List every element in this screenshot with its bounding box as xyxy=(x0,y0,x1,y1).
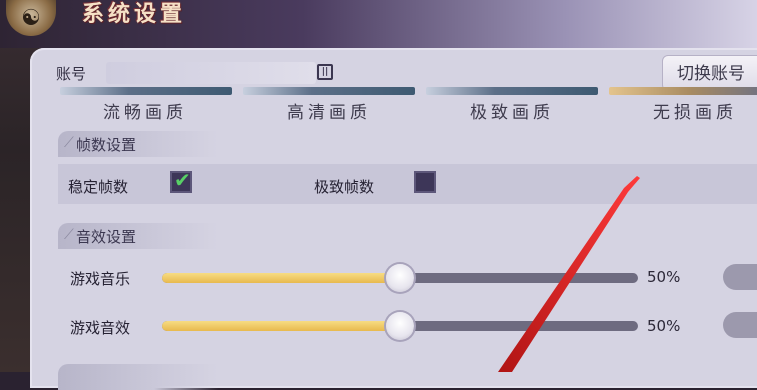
quality-option-hd-bar[interactable] xyxy=(243,87,415,95)
audio-section-title: 音效设置 xyxy=(76,228,137,246)
quality-option-extreme[interactable]: 极致画质 xyxy=(470,98,554,123)
stable-frame-label: 稳定帧数 xyxy=(68,178,129,196)
switch-account-button[interactable]: 切换账号 xyxy=(662,55,757,91)
account-field xyxy=(106,62,316,84)
music-toggle[interactable] xyxy=(723,264,757,290)
extreme-frame-checkbox[interactable] xyxy=(414,171,436,193)
sfx-slider-thumb[interactable] xyxy=(386,312,414,340)
sfx-toggle[interactable] xyxy=(723,312,757,338)
page-title: 系统设置 xyxy=(82,1,187,27)
quality-option-smooth-bar[interactable] xyxy=(60,87,232,95)
sfx-slider-fill xyxy=(162,321,400,331)
next-section-header xyxy=(58,364,218,390)
leaf-icon: ⟋ xyxy=(64,227,74,243)
stable-frame-checkbox[interactable]: ✔ xyxy=(170,168,192,193)
sfx-value: 50% xyxy=(647,317,681,335)
check-icon: ✔ xyxy=(174,168,191,192)
audio-section-header: ⟋ 音效设置 xyxy=(58,223,218,249)
quality-option-hd[interactable]: 高清画质 xyxy=(287,98,371,123)
account-label: 账号 xyxy=(56,65,87,83)
copy-icon[interactable]: || xyxy=(317,64,333,80)
extreme-frame-label: 极致帧数 xyxy=(314,178,375,196)
frame-section-header: ⟋ 帧数设置 xyxy=(58,131,218,157)
music-label: 游戏音乐 xyxy=(70,270,131,288)
quality-option-extreme-bar[interactable] xyxy=(426,87,598,95)
music-slider-fill xyxy=(162,273,400,283)
sfx-label: 游戏音效 xyxy=(70,319,131,337)
quality-option-lossless[interactable]: 无损画质 xyxy=(653,98,737,123)
music-value: 50% xyxy=(647,268,681,286)
frame-section-title: 帧数设置 xyxy=(76,136,137,154)
quality-option-lossless-bar[interactable] xyxy=(609,87,757,95)
leaf-icon: ⟋ xyxy=(64,135,74,151)
music-slider-thumb[interactable] xyxy=(386,264,414,292)
quality-option-smooth[interactable]: 流畅画质 xyxy=(103,98,187,123)
frame-options-row xyxy=(58,164,757,204)
